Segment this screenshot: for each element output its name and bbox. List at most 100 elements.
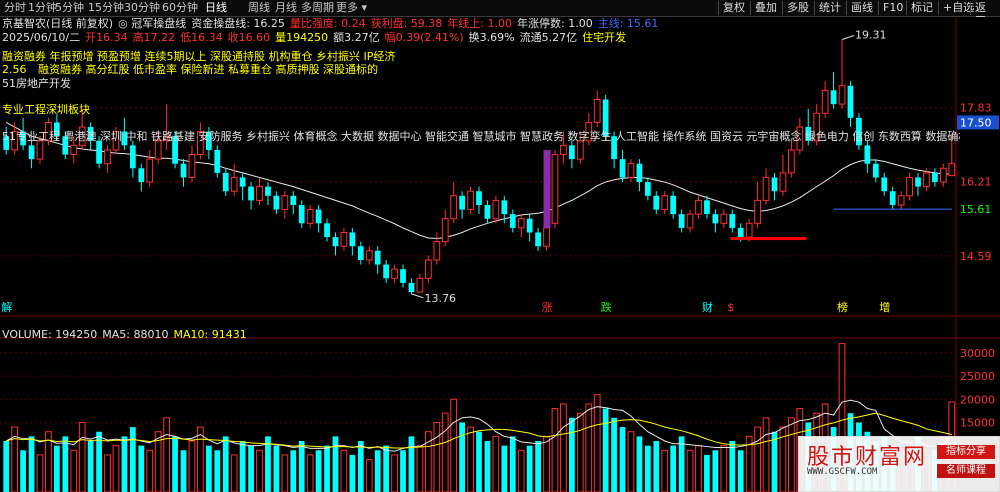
main-line-value: 15.61 [960, 203, 992, 216]
period-tab-7[interactable]: 周线 [248, 1, 270, 15]
toolbar-button-4[interactable]: 画线 [846, 1, 877, 15]
candle-body-down [704, 200, 710, 215]
candle-body-down [374, 250, 381, 265]
period-tab-6[interactable]: 日线 [205, 1, 227, 15]
volume-bar-down [54, 445, 60, 492]
price-tick-1: 16.21 [960, 176, 992, 189]
header-line-1: 京基智农(日线 前复权) ◎ 冠军操盘线 资金操盘线: 16.25 量比强度: 0.2… [2, 17, 663, 30]
candle-body-down [239, 177, 246, 187]
volume-bar-up [78, 421, 86, 492]
volume-bar-down [357, 441, 364, 492]
period-tab-3[interactable]: 15分钟 [88, 1, 124, 15]
volume-bar-down [400, 450, 406, 492]
hdr2-item-4: 收16.60 [227, 31, 271, 44]
hdr1-item-6: 年涨停数: 1.00 [517, 17, 593, 30]
volume-bar-up [720, 445, 728, 492]
candle-body-up [70, 144, 78, 156]
candle-body-down [290, 195, 297, 205]
volume-bar-up [230, 454, 238, 492]
candle-body-down [619, 159, 626, 178]
volume-bar-up [340, 449, 348, 492]
event-marker-0[interactable]: 解 [1, 300, 12, 314]
concept-tags-e: 51专业工程 粤港澳 深圳 中和 铁路基建 安防服务 乡村振兴 体育概念 大数据… [2, 130, 960, 143]
volume-bar-down [712, 450, 719, 492]
volume-bar-down [121, 436, 128, 492]
volume-bar-down [383, 445, 390, 492]
volume-bar-down [509, 436, 516, 492]
hdr1-item-7: 主线: 15.61 [597, 17, 659, 30]
candle-body-up [104, 149, 111, 165]
candle-body-down [129, 145, 136, 169]
period-tab-5[interactable]: 60分钟 [162, 1, 198, 15]
high-marker-label: 19.31 [855, 28, 887, 41]
candle-body-down [636, 163, 643, 183]
candle-body-down [535, 232, 541, 247]
period-tab-4[interactable]: 30分钟 [124, 1, 160, 15]
candle-body-up [627, 163, 635, 178]
candle [214, 145, 221, 178]
watermark-tag-indicators[interactable]: 指标分享 [937, 445, 995, 459]
candle-body-up [424, 259, 432, 279]
event-marker-6[interactable]: 增 [879, 300, 890, 314]
volume-tick-3: 15000 [960, 416, 995, 429]
volume-bar-up [188, 440, 196, 492]
candle-body-up [256, 186, 263, 201]
candle-body-down [214, 149, 221, 173]
volume-bar-down [619, 427, 626, 492]
event-marker-1[interactable]: 涨 [542, 301, 553, 314]
volume-bar-up [197, 426, 204, 492]
event-marker-5[interactable]: 榜 [837, 300, 848, 314]
volume-header: VOLUME: 194250 MA5: 88010 MA10: 91431 [2, 328, 252, 341]
volume-bar-down [476, 431, 482, 492]
candle-body-up [906, 176, 913, 197]
hdr2-item-1: 开16.34 [85, 31, 128, 44]
hdr2-item-0: 2025/06/10/二 [2, 31, 81, 44]
event-marker-2[interactable]: 跌 [601, 300, 612, 314]
volume-bar-down [408, 436, 415, 492]
event-marker-4[interactable]: $ [727, 301, 734, 314]
candle-body-down [653, 195, 660, 210]
volume-bar-up [441, 412, 449, 492]
period-tab-0[interactable]: 分时 [4, 1, 26, 15]
volume-bar-up [788, 417, 795, 492]
candle-body-up [146, 158, 154, 183]
candle-body-down [644, 182, 651, 196]
volume-bar-up [551, 408, 559, 492]
toolbar-button-3[interactable]: 统计 [814, 1, 845, 15]
period-tab-8[interactable]: 月线 [275, 1, 297, 15]
toolbar-button-0[interactable]: 复权 [718, 1, 749, 15]
period-tab-2[interactable]: 5分钟 [55, 1, 84, 15]
volume-bar-up [560, 403, 567, 492]
watermark-tag-courses[interactable]: 名师课程 [937, 464, 995, 478]
toolbar-button-8[interactable]: 返回 [970, 1, 1000, 28]
toolbar-button-6[interactable]: 标记 [906, 1, 937, 15]
volume-bar-up [163, 417, 170, 492]
toolbar-button-5[interactable]: F10 [878, 1, 907, 15]
candle-body-down [729, 214, 736, 228]
volume-bar-down [704, 454, 710, 492]
period-tab-9[interactable]: 多周期 [301, 1, 334, 15]
volume-bar-down [138, 445, 145, 492]
concept-tags-c: 51房地产开发 [2, 77, 71, 90]
volume-bar-down [129, 427, 136, 492]
toolbar-button-1[interactable]: 叠加 [750, 1, 781, 15]
concept-tags-a: 融资融券 年报预增 预盈预增 连续5期以上 深股通持股 机构重仓 乡村振兴 IP… [2, 50, 396, 63]
volume-bar-up [450, 398, 458, 492]
period-tab-1[interactable]: 1分钟 [28, 1, 57, 15]
volume-bar-up [695, 445, 702, 492]
candle-body-down [932, 172, 938, 183]
period-tab-10[interactable]: 更多 ▾ [336, 1, 367, 15]
candle-body-down [28, 145, 35, 160]
volume-bar-down [602, 408, 609, 492]
volume-bar-down [87, 441, 94, 492]
candle-body-down [830, 90, 837, 105]
volume-bar-down [374, 450, 381, 492]
signal-bar-purple [543, 149, 551, 228]
hdr2-item-8: 换3.69% [468, 31, 515, 44]
candle-body-up [441, 218, 449, 243]
event-marker-3[interactable]: 财 [702, 300, 713, 314]
candle-body-down [248, 186, 254, 201]
candle-body-up [745, 222, 753, 238]
volume-bar-down [205, 445, 212, 492]
toolbar-button-2[interactable]: 多股 [782, 1, 813, 15]
